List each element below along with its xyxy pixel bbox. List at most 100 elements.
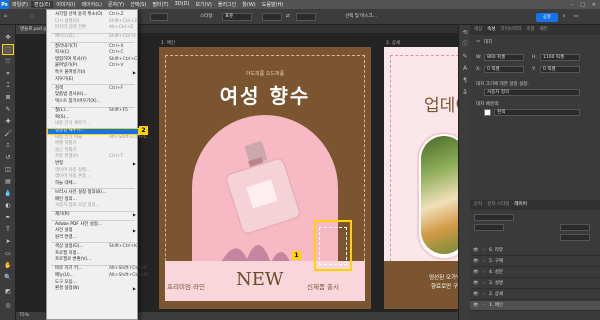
edit-menu-item[interactable]: 메뉴(U)... Alt+Shift+Ctrl+M	[47, 273, 148, 280]
pen-tool-icon[interactable]: ✒	[3, 213, 13, 222]
layer-row[interactable]: 👁 › 4. 성분	[470, 268, 600, 278]
edit-menu-item[interactable]: 텍스트 찾기/바꾸기(X)...	[47, 99, 139, 106]
height-field[interactable]	[296, 13, 316, 21]
menu-8[interactable]: 보기(V)	[192, 1, 215, 8]
foreground-background-color-icon[interactable]: ◩	[3, 287, 13, 296]
paragraph-icon[interactable]: ¶	[461, 77, 469, 85]
tab-top_tabs-4[interactable]: 패턴	[540, 25, 548, 35]
edit-menu-item[interactable]: 사전 설정 ▶	[47, 228, 139, 235]
edit-menu-item[interactable]: 프로필로 변환(V)...	[47, 257, 139, 264]
menu-3[interactable]: 레이어(L)	[78, 1, 105, 8]
visibility-eye-icon[interactable]: 👁	[473, 301, 479, 311]
history-brush-tool-icon[interactable]: ↺	[3, 153, 13, 162]
edit-menu-item[interactable]: 바로 가기 키... Alt+Shift+Ctrl+K	[47, 266, 147, 273]
search-icon[interactable]: ⌕	[563, 13, 566, 21]
menu-9[interactable]: 플러그인	[215, 1, 239, 8]
close-icon[interactable]: ✕	[592, 2, 596, 8]
menu-11[interactable]: 도움말(H)	[259, 1, 286, 8]
edit-menu-item[interactable]: 맞춤법 검사(H)...	[47, 92, 139, 99]
tab-layer_tabs-1[interactable]: 문자 스타일	[487, 200, 509, 210]
brush-settings-icon[interactable]: ✎	[461, 53, 469, 61]
edit-menu-item[interactable]: 환경 설정(N) ▶	[47, 286, 139, 293]
expand-caret-icon[interactable]: ›	[483, 290, 485, 300]
width-input[interactable]: 860 픽셀	[484, 54, 524, 61]
tab-top_tabs-1[interactable]: 속성	[487, 25, 495, 35]
expand-caret-icon[interactable]: ›	[483, 246, 485, 256]
blur-tool-icon[interactable]: 💧	[3, 189, 13, 198]
layer-row[interactable]: 👁 › 3. 설명	[470, 279, 600, 289]
bg-color-swatch[interactable]	[484, 109, 491, 116]
gradient-tool-icon[interactable]: ▤	[3, 177, 13, 186]
marquee-tool-icon[interactable]: ⬚	[30, 13, 34, 21]
opacity-field[interactable]	[560, 224, 590, 231]
move-tool-icon[interactable]: ✥	[3, 33, 13, 42]
menu-0[interactable]: 파일(F)	[9, 1, 31, 8]
visibility-eye-icon[interactable]: 👁	[473, 268, 479, 278]
path-selection-tool-icon[interactable]: ➤	[3, 237, 13, 246]
menu-2[interactable]: 이미지(I)	[53, 1, 78, 8]
layer-row[interactable]: 👁 › 1. 메인	[470, 301, 600, 311]
expand-caret-icon[interactable]: ›	[483, 279, 485, 289]
width-field[interactable]	[262, 13, 282, 21]
expand-caret-icon[interactable]: ›	[483, 301, 485, 311]
expand-caret-icon[interactable]: ›	[483, 268, 485, 278]
workspace-icon[interactable]: ▭	[574, 13, 578, 21]
edit-menu-item[interactable]: 칠(L)... Shift+F5	[47, 108, 139, 115]
edit-menu-item[interactable]: 특수 붙여넣기(I) ▶	[47, 70, 139, 77]
menu-4[interactable]: 문자(Y)	[105, 1, 127, 8]
object-selection-tool-icon[interactable]: ⌗	[3, 69, 13, 78]
crop-tool-icon[interactable]: ⌶	[3, 81, 13, 90]
tab-top_tabs-0[interactable]: 색상	[474, 25, 482, 35]
edit-menu-item[interactable]: 제거(R) ▶	[47, 212, 139, 219]
edit-menu-item[interactable]: 원격 연결...	[47, 235, 139, 242]
zoom-tool-icon[interactable]: 🔍	[3, 273, 13, 282]
edit-menu-item[interactable]: 브러시 사전 설정 정의(B)...	[47, 190, 139, 197]
artboard1-label[interactable]: 1. 메인	[161, 40, 175, 46]
zoom-level[interactable]: 75%	[19, 313, 29, 318]
healing-brush-tool-icon[interactable]: ✚	[3, 117, 13, 126]
quick-mask-icon[interactable]: ◎	[3, 301, 13, 310]
menu-6[interactable]: 필터(T)	[149, 1, 171, 8]
edit-menu-item[interactable]: 지우기(E)	[47, 77, 139, 84]
tab-top_tabs-2[interactable]: 라이브러리	[501, 25, 522, 35]
layer-row[interactable]: 👁 › 6. 리뷰	[470, 246, 600, 256]
rectangle-tool-icon[interactable]: ▭	[3, 249, 13, 258]
height-input[interactable]: 1100 픽셀	[540, 54, 580, 61]
share-button[interactable]: 공유	[536, 13, 558, 22]
history-icon[interactable]: ⟲	[461, 29, 469, 37]
expand-caret-icon[interactable]: ›	[483, 257, 485, 267]
edit-menu-item[interactable]: 변형 ▶	[47, 161, 139, 168]
style-select[interactable]: 표준	[222, 13, 252, 21]
edit-menu-item[interactable]: 복사(C) Ctrl+C	[47, 50, 139, 57]
blend-mode-select[interactable]	[474, 224, 504, 231]
home-icon[interactable]: ⌂	[4, 13, 7, 21]
hand-tool-icon[interactable]: ✋	[3, 261, 13, 270]
artboard-detail[interactable]: 업데이 엄선된 오가닉 향료로만 구성	[384, 47, 458, 309]
preset-select[interactable]: 사용자 정의	[484, 89, 580, 96]
clone-stamp-tool-icon[interactable]: ⎍	[3, 141, 13, 150]
menu-1[interactable]: 편집(E)	[30, 1, 54, 8]
layer-row[interactable]: 👁 › 5. 구매	[470, 257, 600, 267]
dodge-tool-icon[interactable]: ◐	[3, 201, 13, 210]
visibility-eye-icon[interactable]: 👁	[473, 279, 479, 289]
layer-filter-select[interactable]	[474, 214, 514, 221]
select-mask-button[interactable]: 선택 및 마스크...	[345, 13, 377, 21]
frame-tool-icon[interactable]: ⊠	[3, 93, 13, 102]
eraser-tool-icon[interactable]: ◫	[3, 165, 13, 174]
minimize-icon[interactable]: –	[571, 2, 574, 8]
artboard2-label[interactable]: 2. 상세	[386, 40, 400, 46]
swap-icon[interactable]: ⇄	[286, 13, 290, 21]
glyphs-icon[interactable]: ā	[461, 89, 469, 97]
type-tool-icon[interactable]: T	[3, 225, 13, 234]
menu-5[interactable]: 선택(S)	[127, 1, 149, 8]
y-input[interactable]: 0 픽셀	[540, 66, 580, 73]
eyedropper-tool-icon[interactable]: ✎	[3, 105, 13, 114]
edit-menu-item[interactable]: 붙여넣기(P) Ctrl+V	[47, 63, 139, 70]
edit-menu-item[interactable]: 색상 설정(G)... Shift+Ctrl+K	[47, 244, 139, 251]
maximize-icon[interactable]: □	[580, 2, 585, 8]
edit-menu-item[interactable]: 사각형 선택 윤곽 취소(O) Ctrl+Z	[47, 12, 139, 19]
lasso-tool-icon[interactable]: ➰	[3, 57, 13, 66]
character-icon[interactable]: A	[461, 65, 469, 73]
visibility-eye-icon[interactable]: 👁	[473, 257, 479, 267]
visibility-eye-icon[interactable]: 👁	[473, 246, 479, 256]
